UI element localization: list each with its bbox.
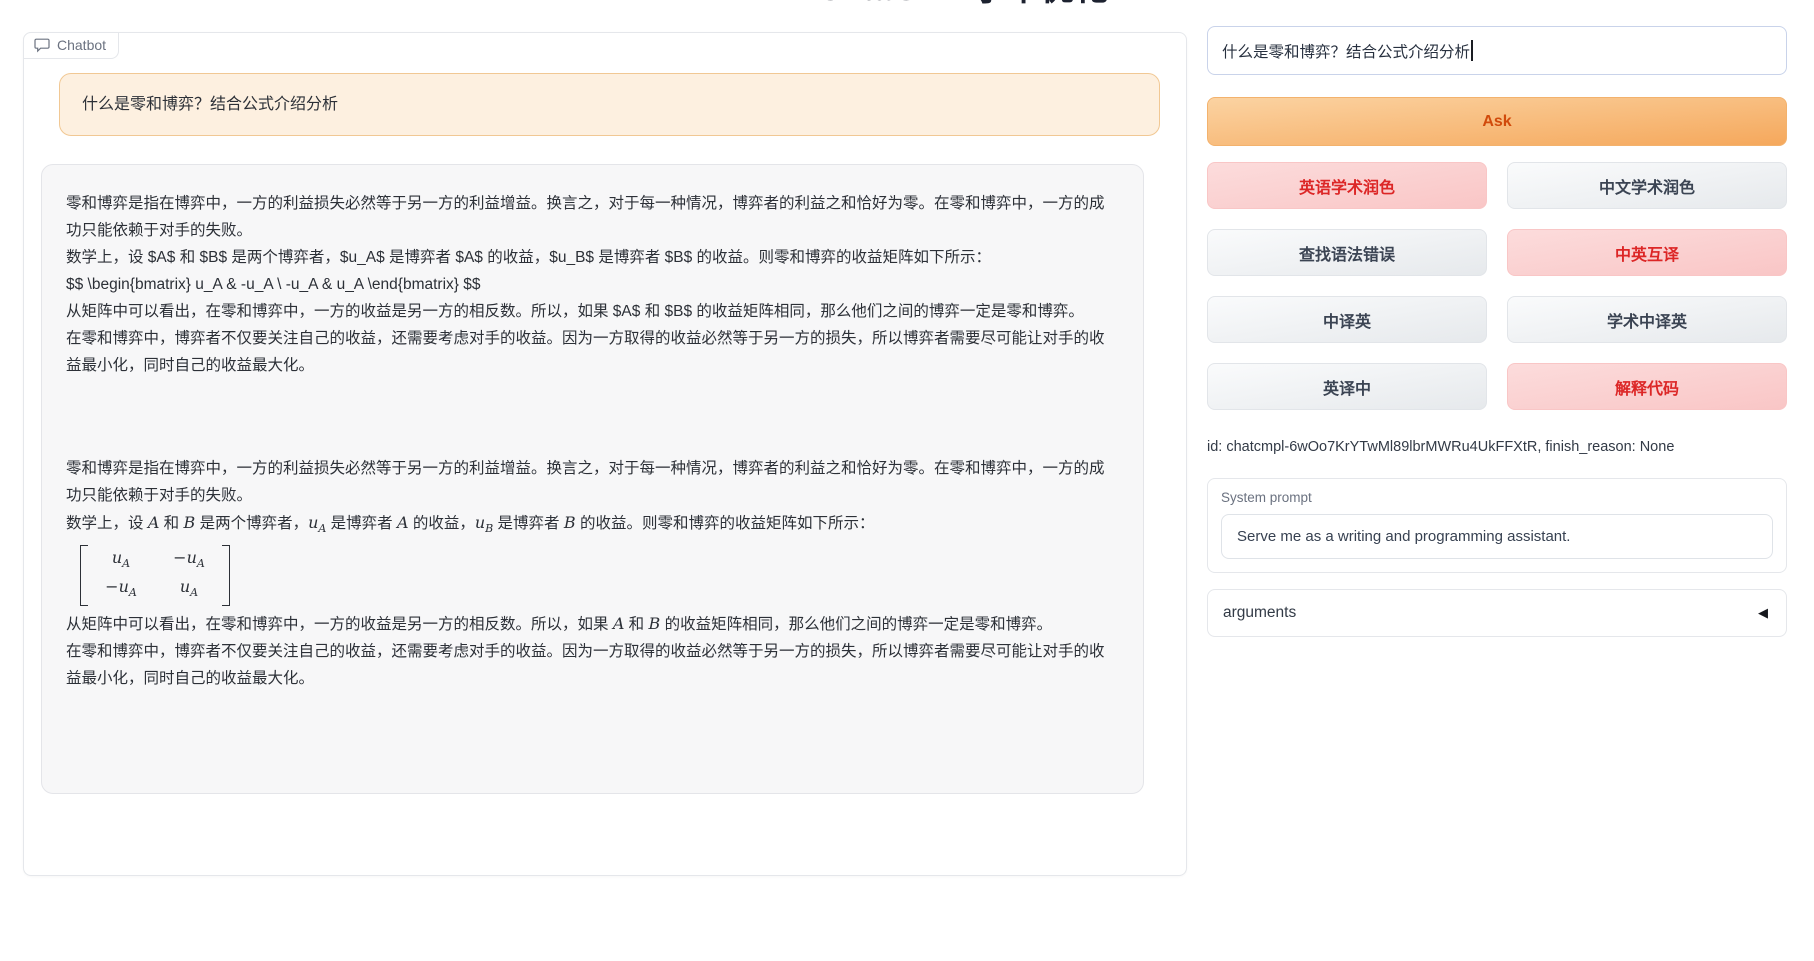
inline-math: B <box>564 513 576 532</box>
question-input[interactable]: 什么是零和博弈？结合公式介绍分析 <box>1207 26 1787 75</box>
matrix-cells: uA−uA−uAuA <box>88 545 222 605</box>
user-message: 什么是零和博弈？结合公式介绍分析 <box>59 73 1160 136</box>
arguments-accordion[interactable]: arguments ◀ <box>1207 589 1787 637</box>
matrix-bracket-right <box>222 545 230 605</box>
inline-math: uA <box>168 575 210 604</box>
system-prompt-value: Serve me as a writing and programming as… <box>1237 528 1570 545</box>
accordion-label: arguments <box>1223 604 1296 622</box>
matrix-row: −uA uA <box>100 575 210 604</box>
quick-actions-grid: 英语学术润色中文学术润色查找语法错误中英互译中译英学术中译英英译中解释代码 <box>1207 162 1787 410</box>
status-line: id: chatcmpl-6wOo7KrYTwMl89lbrMWRu4UkFFX… <box>1207 439 1787 455</box>
chatbot-label: Chatbot <box>23 32 119 59</box>
bot-paragraph: 数学上，设 $A$ 和 $B$ 是两个博弈者，$u_A$ 是博弈者 $A$ 的收… <box>66 244 1119 271</box>
bot-paragraph: 从矩阵中可以看出，在零和博弈中，一方的收益是另一方的相反数。所以，如果 A 和 … <box>66 610 1119 638</box>
bot-paragraph: 零和博弈是指在博弈中，一方的利益损失必然等于另一方的利益增益。换言之，对于每一种… <box>66 455 1119 509</box>
quick-action-button-4[interactable]: 中译英 <box>1207 296 1487 343</box>
user-message-text: 什么是零和博弈？结合公式介绍分析 <box>82 96 338 113</box>
inline-math: B <box>184 513 196 532</box>
bot-paragraph: 在零和博弈中，博弈者不仅要关注自己的收益，还需要考虑对手的收益。因为一方取得的收… <box>66 325 1119 379</box>
bot-paragraph: $$ \begin{bmatrix} u_A & -u_A \ -u_A & u… <box>66 271 1119 298</box>
system-prompt-input[interactable]: Serve me as a writing and programming as… <box>1221 514 1773 559</box>
bot-paragraph: 从矩阵中可以看出，在零和博弈中，一方的收益是另一方的相反数。所以，如果 $A$ … <box>66 298 1119 325</box>
quick-action-button-7[interactable]: 解释代码 <box>1507 363 1787 410</box>
quick-action-button-1[interactable]: 中文学术润色 <box>1507 162 1787 209</box>
controls-column: 什么是零和博弈？结合公式介绍分析 Ask 英语学术润色中文学术润色查找语法错误中… <box>1207 26 1787 876</box>
chatbot-label-text: Chatbot <box>57 37 106 53</box>
inline-math: uB <box>475 513 493 532</box>
quick-action-button-0[interactable]: 英语学术润色 <box>1207 162 1487 209</box>
message-gap <box>66 379 1119 455</box>
chatbot-panel: Chatbot 什么是零和博弈？结合公式介绍分析 零和博弈是指在博弈中，一方的利… <box>23 32 1187 876</box>
question-input-value: 什么是零和博弈？结合公式介绍分析 <box>1222 40 1470 62</box>
inline-math: uA <box>100 546 142 575</box>
inline-math: −uA <box>168 546 210 575</box>
system-prompt-label: System prompt <box>1221 490 1773 505</box>
inline-math: B <box>649 614 661 633</box>
ask-button[interactable]: Ask <box>1207 97 1787 146</box>
inline-math: uA <box>308 513 326 532</box>
matrix-row: uA −uA <box>100 546 210 575</box>
bot-paragraph: 在零和博弈中，博弈者不仅要关注自己的收益，还需要考虑对手的收益。因为一方取得的收… <box>66 638 1119 692</box>
quick-action-button-6[interactable]: 英译中 <box>1207 363 1487 410</box>
quick-action-button-2[interactable]: 查找语法错误 <box>1207 229 1487 276</box>
inline-math: A <box>148 513 160 532</box>
quick-action-button-5[interactable]: 学术中译英 <box>1507 296 1787 343</box>
bot-message: 零和博弈是指在博弈中，一方的利益损失必然等于另一方的利益增益。换言之，对于每一种… <box>41 164 1144 794</box>
bot-paragraph: 数学上，设 A 和 B 是两个博弈者，uA 是博弈者 A 的收益，uB 是博弈者… <box>66 509 1119 542</box>
chat-bubble-icon <box>34 38 50 53</box>
matrix-bracket-left <box>80 545 88 605</box>
system-prompt-group: System prompt Serve me as a writing and … <box>1207 478 1787 573</box>
inline-math: −uA <box>100 575 142 604</box>
accordion-collapse-icon: ◀ <box>1758 605 1768 621</box>
text-cursor <box>1471 40 1473 61</box>
inline-math: A <box>613 614 625 633</box>
quick-action-button-3[interactable]: 中英互译 <box>1507 229 1787 276</box>
inline-math: A <box>397 513 409 532</box>
app-page: ChatGPT 学术优化 Chatbot 什么是零和博弈？结合公式介绍分析 零和… <box>0 0 1814 961</box>
bot-paragraph: 零和博弈是指在博弈中，一方的利益损失必然等于另一方的利益增益。换言之，对于每一种… <box>66 190 1119 244</box>
math-matrix: uA−uA−uAuA <box>80 545 230 605</box>
